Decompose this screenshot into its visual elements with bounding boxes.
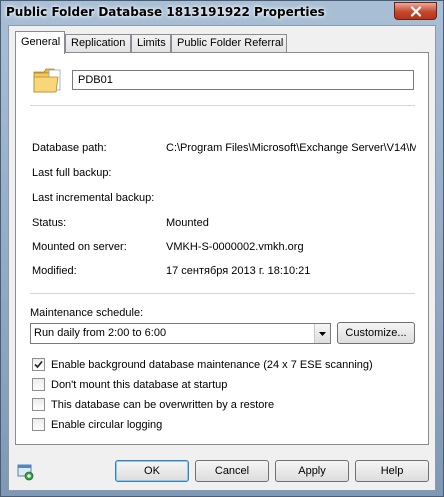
status-label: Status: <box>32 217 67 229</box>
database-path-label: Database path: <box>32 142 107 154</box>
checkbox-row-dont-mount[interactable]: Don't mount this database at startup <box>32 378 227 391</box>
tab-replication[interactable]: Replication <box>65 34 131 52</box>
title-bar[interactable]: Public Folder Database 1813191922 Proper… <box>1 1 443 25</box>
tab-public-folder-referral-label: Public Folder Referral <box>177 37 284 49</box>
tab-limits[interactable]: Limits <box>131 34 171 52</box>
tab-replication-label: Replication <box>71 37 126 49</box>
database-path-value: C:\Program Files\Microsoft\Exchange Serv… <box>166 142 416 154</box>
dropdown-arrow-button[interactable] <box>314 324 330 343</box>
tab-limits-label: Limits <box>137 37 166 49</box>
circular-logging-checkbox[interactable] <box>32 418 45 431</box>
checkbox-row-background-maintenance[interactable]: Enable background database maintenance (… <box>32 358 373 371</box>
maintenance-schedule-select[interactable]: Run daily from 2:00 to 6:00 <box>30 323 331 344</box>
mounted-on-server-value: VMKH-S-0000002.vmkh.org <box>166 241 304 253</box>
status-value: Mounted <box>166 217 209 229</box>
close-icon <box>410 5 421 17</box>
folder-icon <box>33 68 61 93</box>
overwrite-restore-checkbox[interactable] <box>32 398 45 411</box>
last-full-backup-label: Last full backup: <box>32 167 112 179</box>
properties-window: Public Folder Database 1813191922 Proper… <box>0 0 444 497</box>
apply-button[interactable]: Apply <box>275 460 349 482</box>
background-maintenance-checkbox[interactable] <box>32 358 45 371</box>
general-tab-panel: Database path: C:\Program Files\Microsof… <box>15 52 429 445</box>
help-context-icon[interactable] <box>17 464 35 481</box>
dialog-client: General Replication Limits Public Folder… <box>8 25 436 491</box>
checkbox-row-overwrite-restore[interactable]: This database can be overwritten by a re… <box>32 398 274 411</box>
circular-logging-label: Enable circular logging <box>51 418 163 431</box>
overwrite-restore-label: This database can be overwritten by a re… <box>51 398 275 411</box>
mounted-on-server-label: Mounted on server: <box>32 241 127 253</box>
dont-mount-label: Don't mount this database at startup <box>51 378 228 391</box>
chevron-down-icon <box>319 331 326 336</box>
maintenance-schedule-label: Maintenance schedule: <box>30 307 144 319</box>
separator <box>30 293 415 294</box>
last-incremental-backup-label: Last incremental backup: <box>32 192 155 204</box>
close-button[interactable] <box>394 2 437 20</box>
database-name-input[interactable] <box>72 70 414 90</box>
cancel-button[interactable]: Cancel <box>195 460 269 482</box>
window-title: Public Folder Database 1813191922 Proper… <box>6 5 325 19</box>
tab-general[interactable]: General <box>15 31 65 54</box>
modified-label: Modified: <box>32 265 77 277</box>
maintenance-schedule-value: Run daily from 2:00 to 6:00 <box>34 327 167 339</box>
tab-general-label: General <box>21 36 61 48</box>
customize-button[interactable]: Customize... <box>337 322 415 344</box>
checkbox-row-circular-logging[interactable]: Enable circular logging <box>32 418 162 431</box>
help-button[interactable]: Help <box>355 460 429 482</box>
checkmark-icon <box>34 360 43 369</box>
tab-strip: General Replication Limits Public Folder… <box>15 31 435 54</box>
modified-value: 17 сентября 2013 г. 18:10:21 <box>166 265 311 277</box>
tab-public-folder-referral[interactable]: Public Folder Referral <box>171 34 287 52</box>
background-maintenance-label: Enable background database maintenance (… <box>51 358 373 371</box>
separator <box>30 105 415 106</box>
dont-mount-checkbox[interactable] <box>32 378 45 391</box>
ok-button[interactable]: OK <box>115 460 189 482</box>
